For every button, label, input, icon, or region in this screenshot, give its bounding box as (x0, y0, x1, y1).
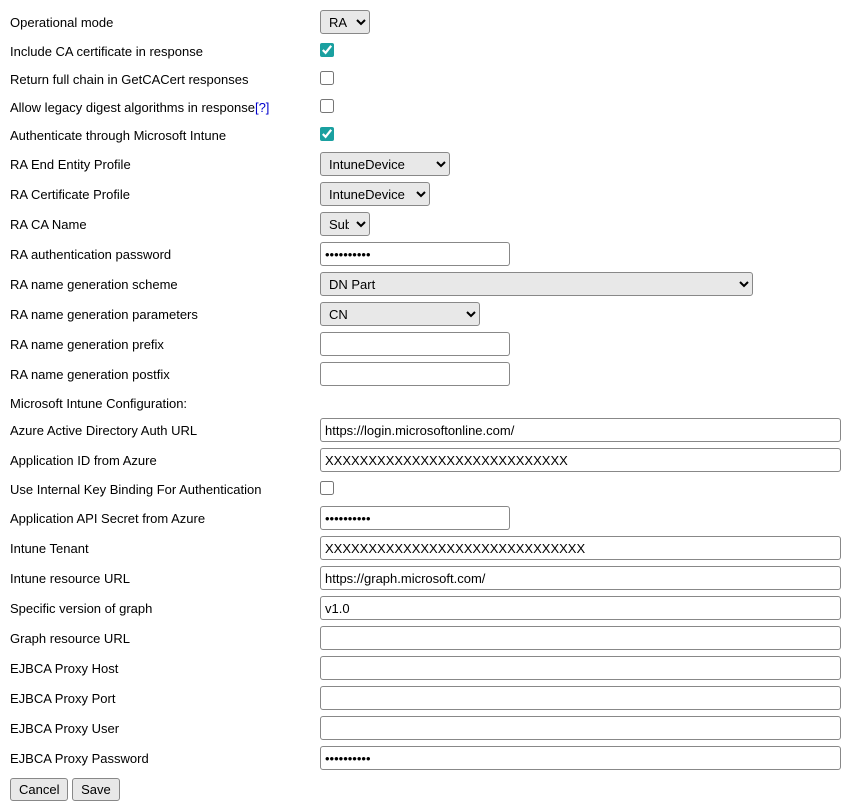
label-graph-resource-url: Graph resource URL (10, 631, 320, 646)
cancel-button[interactable]: Cancel (10, 778, 68, 801)
label-specific-version-graph: Specific version of graph (10, 601, 320, 616)
app-id-azure-input[interactable] (320, 448, 841, 472)
ra-end-entity-select[interactable]: IntuneDevice (320, 152, 450, 176)
ra-auth-password-input[interactable] (320, 242, 510, 266)
label-ejbca-proxy-password: EJBCA Proxy Password (10, 751, 320, 766)
ra-cert-profile-select[interactable]: IntuneDevice (320, 182, 430, 206)
graph-resource-url-input[interactable] (320, 626, 841, 650)
allow-legacy-digest-checkbox[interactable] (320, 99, 334, 113)
label-ejbca-proxy-user: EJBCA Proxy User (10, 721, 320, 736)
ra-ca-name-select[interactable]: Sub (320, 212, 370, 236)
label-ejbca-proxy-host: EJBCA Proxy Host (10, 661, 320, 676)
include-ca-cert-checkbox[interactable] (320, 43, 334, 57)
label-operational-mode: Operational mode (10, 15, 320, 30)
label-ra-name-postfix: RA name generation postfix (10, 367, 320, 382)
ejbca-proxy-user-input[interactable] (320, 716, 841, 740)
label-ra-end-entity: RA End Entity Profile (10, 157, 320, 172)
label-ra-auth-password: RA authentication password (10, 247, 320, 262)
auth-ms-intune-checkbox[interactable] (320, 127, 334, 141)
save-button[interactable]: Save (72, 778, 120, 801)
ejbca-proxy-port-input[interactable] (320, 686, 841, 710)
label-ra-name-params: RA name generation parameters (10, 307, 320, 322)
ejbca-proxy-password-input[interactable] (320, 746, 841, 770)
specific-version-graph-input[interactable] (320, 596, 841, 620)
label-intune-resource-url: Intune resource URL (10, 571, 320, 586)
label-return-full-chain: Return full chain in GetCACert responses (10, 72, 320, 87)
app-api-secret-input[interactable] (320, 506, 510, 530)
label-use-internal-key: Use Internal Key Binding For Authenticat… (10, 482, 320, 497)
config-form: Operational mode RA Include CA certifica… (10, 10, 845, 801)
use-internal-key-checkbox[interactable] (320, 481, 334, 495)
ra-name-params-select[interactable]: CN (320, 302, 480, 326)
label-ra-cert-profile: RA Certificate Profile (10, 187, 320, 202)
ra-name-prefix-input[interactable] (320, 332, 510, 356)
label-include-ca-cert: Include CA certificate in response (10, 44, 320, 59)
label-ra-name-scheme: RA name generation scheme (10, 277, 320, 292)
operational-mode-select[interactable]: RA (320, 10, 370, 34)
ejbca-proxy-host-input[interactable] (320, 656, 841, 680)
help-link[interactable]: [?] (255, 100, 269, 115)
ra-name-postfix-input[interactable] (320, 362, 510, 386)
intune-tenant-input[interactable] (320, 536, 841, 560)
label-ra-name-prefix: RA name generation prefix (10, 337, 320, 352)
ra-name-scheme-select[interactable]: DN Part (320, 272, 753, 296)
azure-ad-auth-url-input[interactable] (320, 418, 841, 442)
intune-resource-url-input[interactable] (320, 566, 841, 590)
label-auth-ms-intune: Authenticate through Microsoft Intune (10, 128, 320, 143)
label-allow-legacy-digest: Allow legacy digest algorithms in respon… (10, 100, 320, 115)
label-app-api-secret: Application API Secret from Azure (10, 511, 320, 526)
label-intune-tenant: Intune Tenant (10, 541, 320, 556)
label-app-id-azure: Application ID from Azure (10, 453, 320, 468)
label-ra-ca-name: RA CA Name (10, 217, 320, 232)
return-full-chain-checkbox[interactable] (320, 71, 334, 85)
label-azure-ad-auth-url: Azure Active Directory Auth URL (10, 423, 320, 438)
ms-intune-config-heading: Microsoft Intune Configuration: (10, 396, 187, 411)
label-ejbca-proxy-port: EJBCA Proxy Port (10, 691, 320, 706)
